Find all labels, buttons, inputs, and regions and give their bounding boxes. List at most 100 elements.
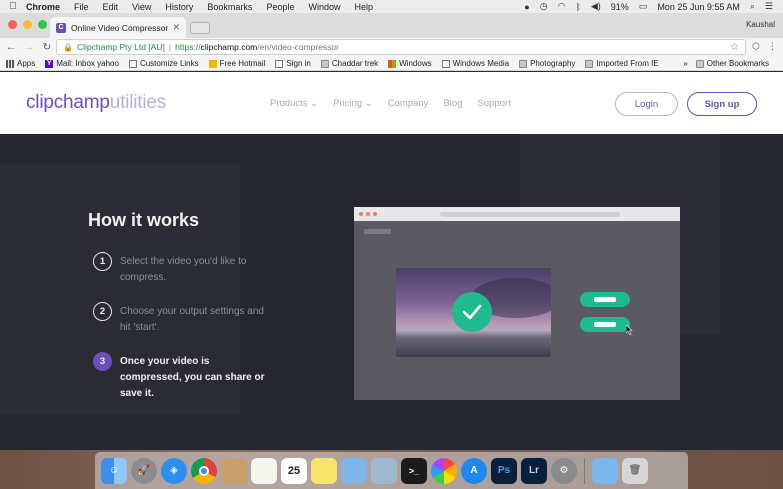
browser-illustration bbox=[354, 207, 680, 400]
menu-help[interactable]: Help bbox=[354, 2, 373, 12]
bookmark-star-icon[interactable]: ☆ bbox=[730, 42, 739, 53]
share-option-pill bbox=[580, 292, 630, 307]
nav-support[interactable]: Support bbox=[477, 98, 510, 109]
menu-bookmarks[interactable]: Bookmarks bbox=[207, 2, 252, 12]
bookmark-label: Imported From IE bbox=[596, 59, 659, 68]
time-machine-icon[interactable]: ◷ bbox=[540, 1, 548, 12]
folder-icon bbox=[585, 59, 594, 68]
volume-icon[interactable]: ◀) bbox=[591, 1, 601, 12]
apple-menu-icon[interactable]:  bbox=[0, 1, 26, 12]
safari-icon[interactable]: ◈ bbox=[161, 457, 187, 484]
nav-blog[interactable]: Blog bbox=[443, 98, 462, 109]
appstore-icon[interactable]: A bbox=[461, 457, 487, 484]
extension-icon[interactable]: ⬡ bbox=[752, 41, 760, 52]
tab-close-icon[interactable]: ✕ bbox=[172, 22, 180, 33]
terminal-icon[interactable]: >_ bbox=[401, 457, 427, 484]
nav-company[interactable]: Company bbox=[388, 98, 429, 109]
back-arrow-icon[interactable]: ← bbox=[4, 42, 18, 53]
menu-status-area: ● ◷ ◠ ᛒ ◀) 91% ▭ Mon 25 Jun 9:55 AM ⌕ ☰ bbox=[524, 1, 783, 12]
illustration-dot bbox=[359, 212, 363, 216]
address-bar[interactable]: 🔒 Clipchamp Pty Ltd [AU] | https:// clip… bbox=[56, 39, 746, 55]
mac-menu-bar:  Chrome File Edit View History Bookmark… bbox=[0, 0, 783, 13]
bookmark-windows[interactable]: Windows bbox=[388, 59, 432, 68]
new-tab-button[interactable] bbox=[190, 22, 210, 34]
close-window-icon[interactable] bbox=[8, 20, 17, 29]
forward-arrow-icon[interactable]: → bbox=[22, 42, 36, 53]
menu-view[interactable]: View bbox=[132, 2, 151, 12]
bookmark-label: Sign in bbox=[286, 59, 311, 68]
battery-icon[interactable]: ▭ bbox=[639, 1, 648, 12]
section-title: How it works bbox=[88, 210, 200, 230]
bookmarks-more-chevron[interactable]: » bbox=[683, 59, 687, 68]
minimize-window-icon[interactable] bbox=[23, 20, 32, 29]
menu-clock[interactable]: Mon 25 Jun 9:55 AM bbox=[657, 2, 740, 12]
lightroom-icon[interactable]: Lr bbox=[521, 457, 547, 484]
logo-sub-text: utilities bbox=[109, 92, 167, 113]
clipchamp-logo[interactable]: clipchamputilities bbox=[26, 92, 166, 114]
nav-label: Products bbox=[270, 98, 308, 109]
mac-dock: ☺ 🚀 ◈ 25 >_ A Ps Lr ⚙ 🗑 bbox=[95, 452, 688, 489]
textedit-icon[interactable] bbox=[251, 457, 277, 484]
launchpad-icon[interactable]: 🚀 bbox=[131, 457, 157, 484]
check-mark-icon bbox=[462, 304, 482, 320]
trash-icon[interactable]: 🗑 bbox=[622, 457, 648, 484]
login-button[interactable]: Login bbox=[615, 92, 678, 116]
system-prefs-icon[interactable]: ⚙ bbox=[551, 457, 577, 484]
yahoo-icon: Y bbox=[45, 59, 54, 68]
fullscreen-window-icon[interactable] bbox=[38, 20, 47, 29]
step-2: 2 Choose your output settings and hit 's… bbox=[93, 302, 268, 336]
bookmark-imported-from-ie[interactable]: Imported From IE bbox=[585, 59, 659, 68]
page-icon bbox=[441, 59, 450, 68]
step-number: 2 bbox=[93, 302, 112, 321]
menu-history[interactable]: History bbox=[165, 2, 193, 12]
bluetooth-icon[interactable]: ᛒ bbox=[575, 2, 580, 12]
stickies-icon[interactable] bbox=[311, 457, 337, 484]
clipchamp-favicon-icon: C bbox=[56, 22, 66, 33]
photos-flower-icon[interactable] bbox=[431, 457, 457, 484]
menu-edit[interactable]: Edit bbox=[103, 2, 119, 12]
wifi-icon[interactable]: ◠ bbox=[558, 1, 566, 12]
photos-icon[interactable] bbox=[371, 457, 397, 484]
bookmark-customize-links[interactable]: Customize Links bbox=[128, 59, 199, 68]
bookmark-chaddar-trek[interactable]: Chaddar trek bbox=[320, 59, 378, 68]
menu-file[interactable]: File bbox=[74, 2, 89, 12]
signup-button[interactable]: Sign up bbox=[687, 92, 757, 116]
spotlight-search-icon[interactable]: ⌕ bbox=[750, 1, 755, 12]
folder-icon bbox=[695, 59, 704, 68]
chrome-icon[interactable] bbox=[191, 457, 217, 484]
menu-window[interactable]: Window bbox=[308, 2, 340, 12]
browser-tab-active[interactable]: C Online Video Compressor, free ✕ bbox=[50, 17, 186, 38]
bookmark-photography[interactable]: Photography bbox=[519, 59, 575, 68]
nav-pricing[interactable]: Pricing ⌄ bbox=[333, 98, 373, 109]
bookmark-apps[interactable]: Apps bbox=[6, 59, 35, 68]
menu-app-name[interactable]: Chrome bbox=[26, 2, 60, 12]
bookmark-windows-media[interactable]: Windows Media bbox=[441, 59, 510, 68]
menu-people[interactable]: People bbox=[266, 2, 294, 12]
mouse-cursor-icon bbox=[626, 325, 633, 335]
secure-lock-icon[interactable]: 🔒 bbox=[63, 43, 73, 52]
photoshop-icon[interactable]: Ps bbox=[491, 457, 517, 484]
finder-icon[interactable]: ☺ bbox=[101, 457, 127, 484]
skype-icon[interactable]: ● bbox=[524, 2, 529, 12]
bookmark-yahoo-mail[interactable]: Y Mail: Inbox yahoo bbox=[45, 59, 119, 68]
bookmark-label: Windows Media bbox=[452, 59, 510, 68]
bookmark-label: Other Bookmarks bbox=[706, 59, 769, 68]
downloads-folder-icon[interactable] bbox=[592, 457, 618, 484]
notes-icon[interactable] bbox=[221, 457, 247, 484]
illustration-dot bbox=[373, 212, 377, 216]
chrome-menu-icon[interactable]: ⋮ bbox=[768, 41, 777, 52]
calendar-icon[interactable]: 25 bbox=[281, 457, 307, 484]
bookmark-free-hotmail[interactable]: Free Hotmail bbox=[208, 59, 265, 68]
chrome-profile-name[interactable]: Kaushal bbox=[746, 20, 775, 29]
preview-icon[interactable] bbox=[341, 457, 367, 484]
nav-label: Pricing bbox=[333, 98, 363, 109]
nav-products[interactable]: Products ⌄ bbox=[270, 98, 318, 109]
notification-center-icon[interactable]: ☰ bbox=[765, 1, 773, 12]
bookmark-other-bookmarks[interactable]: Other Bookmarks bbox=[695, 59, 769, 68]
hotmail-icon bbox=[208, 59, 217, 68]
battery-percent: 91% bbox=[610, 1, 629, 12]
bookmark-label: Mail: Inbox yahoo bbox=[56, 59, 119, 68]
bookmark-sign-in[interactable]: Sign in bbox=[275, 59, 311, 68]
dock-separator bbox=[584, 457, 585, 484]
reload-icon[interactable]: ↻ bbox=[40, 42, 54, 53]
